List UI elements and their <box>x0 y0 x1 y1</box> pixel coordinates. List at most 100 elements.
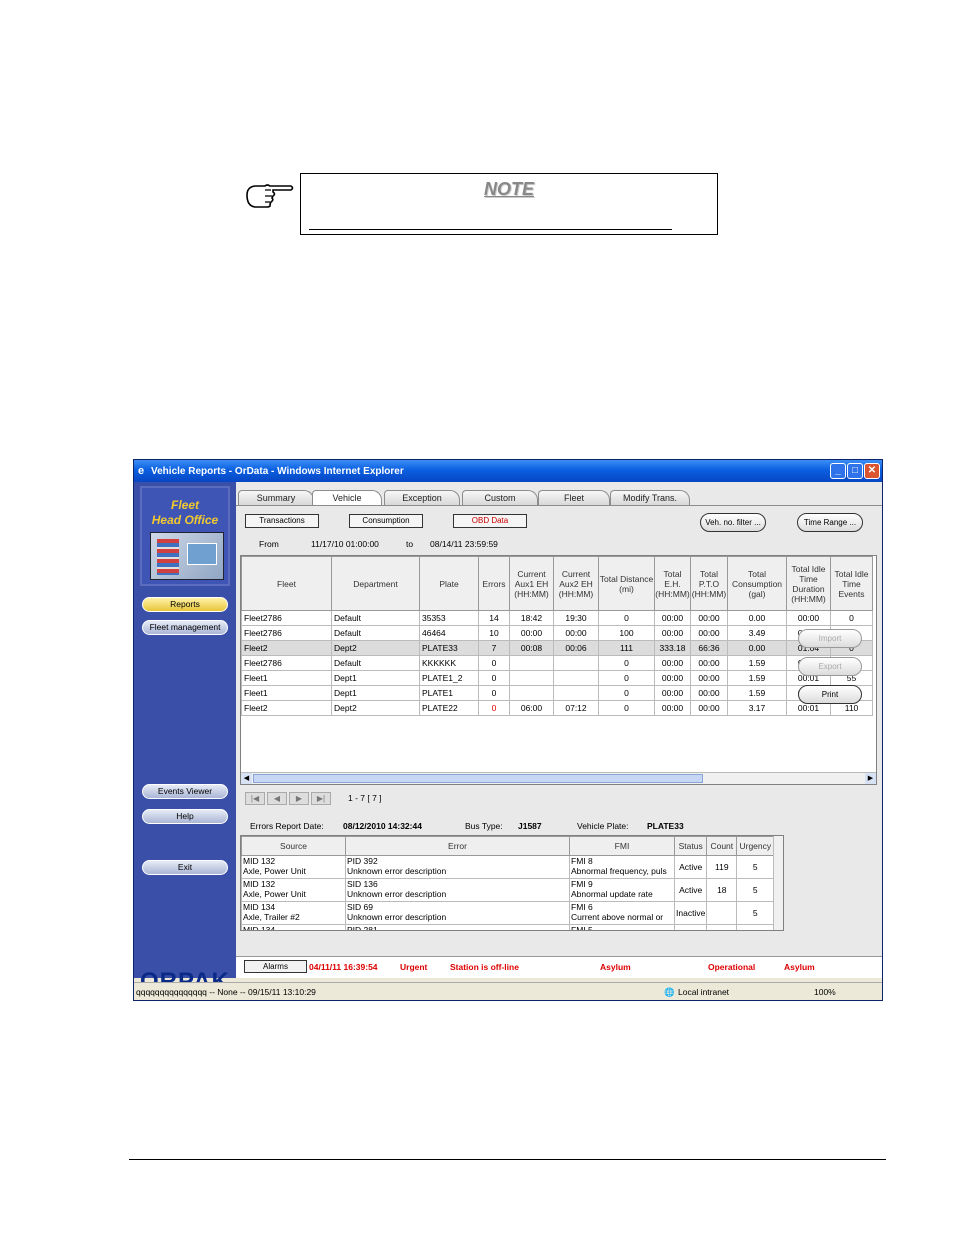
scroll-thumb[interactable] <box>253 774 703 783</box>
minimize-button[interactable]: _ <box>830 463 846 479</box>
tab-divider <box>236 505 882 506</box>
vehicle-plate-label: Vehicle Plate: <box>577 821 629 831</box>
scroll-left-icon[interactable]: ◀ <box>241 773 252 784</box>
col-status[interactable]: Status <box>673 836 708 856</box>
col-fleet[interactable]: Fleet <box>241 556 332 611</box>
table-row[interactable]: Fleet2786DefaultKKKKKK0000:0000:001.5900… <box>241 655 873 671</box>
col-eh[interactable]: Total E.H. (HH:MM) <box>654 556 691 611</box>
list-item[interactable]: MID 132 Axle, Power Unit PID 392 Unknown er… <box>241 855 775 879</box>
scroll-right-icon[interactable]: ▶ <box>865 773 876 784</box>
table-cell: 0 <box>598 655 655 671</box>
col-urgency[interactable]: Urgency <box>736 836 775 856</box>
last-page-button[interactable]: ▶| <box>311 792 331 805</box>
col-count[interactable]: Count <box>706 836 738 856</box>
table-row[interactable]: Fleet2 Dept2 PLATE22 0 06:00 07:12 0 00:00 00:00… <box>241 700 873 716</box>
table-cell: FMI 8 Abnormal frequency, puls <box>569 855 675 879</box>
obd-data-button[interactable]: OBD Data <box>453 514 527 528</box>
time-range-button[interactable]: Time Range ... <box>797 513 863 532</box>
zoom-text[interactable]: 100% <box>814 987 836 997</box>
list-item[interactable]: MID 132 Axle, Power Unit SID 136 Unknown er… <box>241 878 775 902</box>
cell-line: PID 281 <box>347 925 378 931</box>
main-panel: Summary Vehicle Exception Custom Fleet M… <box>236 482 882 956</box>
exit-button[interactable]: Exit <box>142 860 228 875</box>
prev-page-button[interactable]: ◀ <box>267 792 287 805</box>
table-cell: PLATE22 <box>419 700 479 716</box>
table-cell: 0 <box>598 685 655 701</box>
alarm-message: Station is off-line <box>450 962 519 972</box>
vertical-scrollbar[interactable] <box>773 836 783 930</box>
tab-custom[interactable]: Custom <box>462 490 538 505</box>
col-distance[interactable]: Total Distance (mi) <box>598 556 655 611</box>
tab-vehicle[interactable]: Vehicle <box>312 490 382 506</box>
col-source[interactable]: Source <box>241 836 346 856</box>
col-pto[interactable]: Total P.T.O (HH:MM) <box>690 556 728 611</box>
note-rule <box>309 229 672 230</box>
col-errors[interactable]: Errors <box>478 556 510 611</box>
table-row[interactable]: Fleet2786 Default 46464 10 00:00 00:00 100 00:0… <box>241 625 873 641</box>
transactions-button[interactable]: Transactions <box>245 514 319 528</box>
to-label: to <box>406 539 414 549</box>
col-aux2[interactable]: Current Aux2 EH (HH:MM) <box>553 556 599 611</box>
table-cell: 3.49 <box>727 625 787 641</box>
errors-date-label: Errors Report Date: <box>250 821 324 831</box>
table-cell: Dept1 <box>331 670 420 686</box>
alarm-site2: Asylum <box>784 962 815 972</box>
fleet-logo: Fleet Head Office <box>140 486 230 586</box>
col-aux1[interactable]: Current Aux1 EH (HH:MM) <box>509 556 554 611</box>
table-cell: 0 <box>830 610 873 626</box>
help-button[interactable]: Help <box>142 809 228 824</box>
errors-grid: Source Error FMI Status Count Urgency MI… <box>240 835 784 931</box>
reports-button[interactable]: Reports <box>142 597 228 612</box>
table-row[interactable]: Fleet1 Dept1 PLATE1_2 0 0 00:00 00:00 1.59 00:01… <box>241 670 873 686</box>
cell-line: Abnormal frequency, puls <box>571 866 667 876</box>
table-cell <box>553 685 599 701</box>
from-label: From <box>259 539 279 549</box>
export-button[interactable]: Export <box>798 657 862 676</box>
events-viewer-button[interactable]: Events Viewer <box>142 784 228 799</box>
alarm-time: 04/11/11 16:39:54 <box>309 962 378 972</box>
alarm-state: Operational <box>708 962 756 972</box>
table-cell: 0 <box>478 655 510 671</box>
tab-modify-trans[interactable]: Modify Trans. <box>610 490 690 505</box>
table-cell: FMI 5Current below normal or <box>569 924 675 930</box>
list-item[interactable]: MID 134 Axle, Trailer #2 SID 69 Unknown err… <box>241 901 775 925</box>
col-idle-duration[interactable]: Total Idle Time Duration (HH:MM) <box>786 556 831 611</box>
consumption-button[interactable]: Consumption <box>349 514 423 528</box>
vehicle-plate-value: PLATE33 <box>647 821 684 831</box>
table-cell: Fleet2 <box>241 700 332 716</box>
next-page-button[interactable]: ▶ <box>289 792 309 805</box>
table-cell: 00:00 <box>654 610 691 626</box>
table-cell: 14 <box>478 610 510 626</box>
table-row[interactable]: Fleet2786 Default 35353 14 18:42 19:30 0 00:00 0… <box>241 610 873 626</box>
table-cell: 66:36 <box>690 640 728 656</box>
horizontal-scrollbar[interactable]: ◀ ▶ <box>241 772 876 784</box>
col-fmi[interactable]: FMI <box>569 836 675 856</box>
list-item[interactable]: MID 134Axle, Trailer #2PID 281Unknown er… <box>241 924 775 931</box>
table-cell <box>553 655 599 671</box>
table-cell: 5 <box>736 924 775 930</box>
table-cell: PID 392 Unknown error description <box>345 855 570 879</box>
table-cell: 0 <box>478 700 510 716</box>
close-button[interactable]: ✕ <box>864 463 880 479</box>
print-button[interactable]: Print <box>798 685 862 704</box>
first-page-button[interactable]: |◀ <box>245 792 265 805</box>
fleet-management-button[interactable]: Fleet management <box>142 620 228 635</box>
tab-exception[interactable]: Exception <box>384 490 460 505</box>
col-plate[interactable]: Plate <box>419 556 479 611</box>
tab-summary[interactable]: Summary <box>238 490 314 505</box>
table-row[interactable]: Fleet2 Dept2 PLATE33 7 00:08 00:06 111 333.18 66… <box>241 640 873 656</box>
cell-line: Axle, Power Unit <box>243 889 306 899</box>
import-button[interactable]: Import <box>798 629 862 648</box>
logo-text: Fleet Head Office <box>142 498 228 528</box>
table-cell: 00:00 <box>654 670 691 686</box>
table-cell <box>509 670 554 686</box>
col-department[interactable]: Department <box>331 556 420 611</box>
col-error[interactable]: Error <box>345 836 570 856</box>
tab-fleet[interactable]: Fleet <box>538 490 610 505</box>
col-idle-events[interactable]: Total Idle Time Events <box>830 556 873 611</box>
vehicle-filter-button[interactable]: Veh. no. filter ... <box>700 513 766 532</box>
table-row[interactable]: Fleet1Dept1PLATE10000:0000:001.5900:0155 <box>241 685 873 701</box>
maximize-button[interactable]: □ <box>847 463 863 479</box>
alarms-button[interactable]: Alarms <box>244 960 307 973</box>
col-consumption[interactable]: Total Consumption (gal) <box>727 556 787 611</box>
